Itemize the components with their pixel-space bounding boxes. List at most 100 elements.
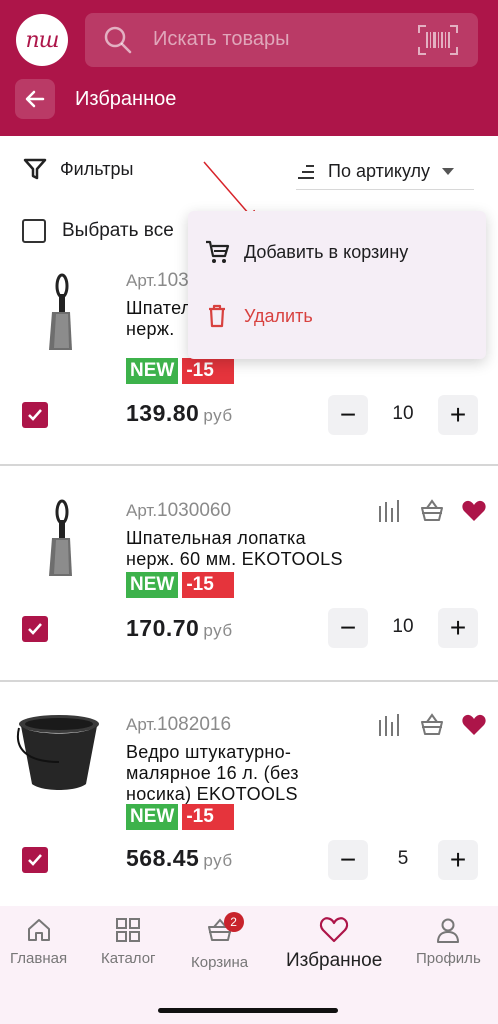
product-badges: NEW -15 [126, 572, 235, 598]
price-currency: руб [203, 621, 233, 640]
new-badge: NEW [126, 358, 179, 384]
nav-catalog-label: Каталог [101, 950, 156, 967]
discount-badge: -15 [182, 572, 235, 598]
price-currency: руб [203, 406, 233, 425]
product-checkbox[interactable] [22, 402, 48, 428]
trash-icon [209, 304, 225, 328]
home-indicator [158, 1008, 338, 1013]
select-all-label: Выбрать все [62, 220, 174, 241]
product-actions [377, 498, 487, 524]
menu-add-to-cart[interactable]: Добавить в корзину [204, 239, 408, 265]
increase-quantity-button[interactable]: + [438, 840, 478, 880]
nav-profile[interactable]: Профиль [416, 916, 481, 967]
product-checkbox[interactable] [22, 616, 48, 642]
article-value: 103 [157, 270, 189, 291]
nav-home[interactable]: Главная [10, 916, 67, 967]
new-badge: NEW [126, 572, 179, 598]
product-badges: NEW -15 [126, 358, 235, 384]
barcode-scan-icon[interactable] [418, 25, 458, 55]
quantity-stepper: − 10 + [328, 395, 478, 435]
discount-badge: -15 [182, 804, 235, 830]
article-prefix: Арт. [126, 501, 158, 520]
product-price: 170.70 руб [126, 615, 233, 642]
sort-dropdown[interactable]: По артикулу [296, 154, 474, 190]
check-icon [28, 623, 42, 635]
product-badges: NEW -15 [126, 804, 235, 830]
product-name[interactable]: Шпательная лопатка нерж. 60 мм. EKOTOOLS [126, 528, 376, 570]
spatula-icon [49, 499, 72, 576]
product-card[interactable]: Арт.1082016 Ведро штукатурно- малярное 1… [0, 682, 498, 896]
nav-home-label: Главная [10, 950, 68, 967]
sort-icon [298, 164, 314, 179]
article-value: 1030060 [157, 500, 232, 521]
decrease-quantity-button[interactable]: − [328, 840, 368, 880]
cart-count-badge: 2 [223, 912, 244, 932]
heart-icon[interactable] [461, 713, 487, 737]
page-title: Избранное [75, 88, 177, 110]
nav-profile-label: Профиль [416, 950, 481, 967]
compare-icon[interactable] [377, 712, 403, 738]
basket-icon[interactable] [419, 498, 445, 524]
quantity-stepper: − 10 + [328, 608, 478, 648]
product-price: 139.80 руб [126, 400, 233, 427]
back-button[interactable] [15, 79, 55, 119]
bottom-navigation: Главная Каталог 2 Корзина Избранное Проф… [0, 906, 498, 1024]
heart-icon[interactable] [461, 499, 487, 523]
nav-favorites[interactable]: Избранное [286, 916, 382, 972]
nav-favorites-label: Избранное [286, 950, 383, 971]
context-menu: Добавить в корзину Удалить [188, 211, 486, 359]
bucket-icon [16, 715, 99, 790]
app-header: пш Искать товары Избранное [0, 0, 498, 136]
decrease-quantity-button[interactable]: − [328, 608, 368, 648]
price-currency: руб [203, 851, 233, 870]
price-value: 170.70 [126, 615, 200, 641]
decrease-quantity-button[interactable]: − [328, 395, 368, 435]
product-name[interactable]: Ведро штукатурно- малярное 16 л. (без но… [126, 742, 366, 805]
basket-icon[interactable] [419, 712, 445, 738]
new-badge: NEW [126, 804, 179, 830]
article-prefix: Арт. [126, 715, 158, 734]
product-actions [377, 712, 487, 738]
cart-icon [206, 240, 230, 263]
product-card[interactable]: Арт.1030060 Шпательная лопатка нерж. 60 … [0, 468, 498, 682]
nav-catalog[interactable]: Каталог [101, 916, 156, 967]
check-icon [28, 409, 42, 421]
product-price: 568.45 руб [126, 845, 233, 872]
article-number: Арт.103 [126, 270, 189, 292]
logo[interactable]: пш [16, 14, 68, 66]
back-arrow-icon [25, 90, 45, 108]
article-number: Арт.1082016 [126, 714, 231, 736]
menu-delete[interactable]: Удалить [204, 303, 313, 329]
compare-icon[interactable] [377, 498, 403, 524]
search-placeholder: Искать товары [153, 28, 290, 50]
filters-button[interactable]: Фильтры [22, 156, 133, 182]
article-prefix: Арт. [126, 271, 158, 290]
quantity-value: 5 [397, 848, 409, 869]
product-checkbox[interactable] [22, 847, 48, 873]
article-number: Арт.1030060 [126, 500, 231, 522]
quantity-value: 10 [392, 403, 414, 424]
price-value: 568.45 [126, 845, 200, 871]
filter-icon [23, 158, 47, 180]
search-bar[interactable]: Искать товары [85, 13, 478, 67]
select-all-checkbox[interactable] [22, 219, 46, 243]
menu-delete-label: Удалить [244, 305, 313, 326]
nav-cart[interactable]: 2 Корзина [191, 912, 249, 971]
filters-label: Фильтры [60, 158, 134, 179]
sort-label: По артикулу [328, 161, 431, 181]
quantity-stepper: − 5 + [328, 840, 478, 880]
increase-quantity-button[interactable]: + [438, 608, 478, 648]
increase-quantity-button[interactable]: + [438, 395, 478, 435]
select-all[interactable]: Выбрать все [22, 219, 174, 243]
search-icon [104, 26, 132, 54]
nav-cart-label: Корзина [191, 954, 249, 971]
grid-icon [116, 918, 141, 942]
logo-text: пш [25, 27, 59, 53]
quantity-value: 10 [392, 616, 414, 637]
home-icon [27, 919, 50, 941]
check-icon [28, 854, 42, 866]
spatula-icon [49, 273, 72, 350]
price-value: 139.80 [126, 400, 200, 426]
profile-icon [437, 918, 460, 943]
heart-icon [320, 917, 349, 943]
